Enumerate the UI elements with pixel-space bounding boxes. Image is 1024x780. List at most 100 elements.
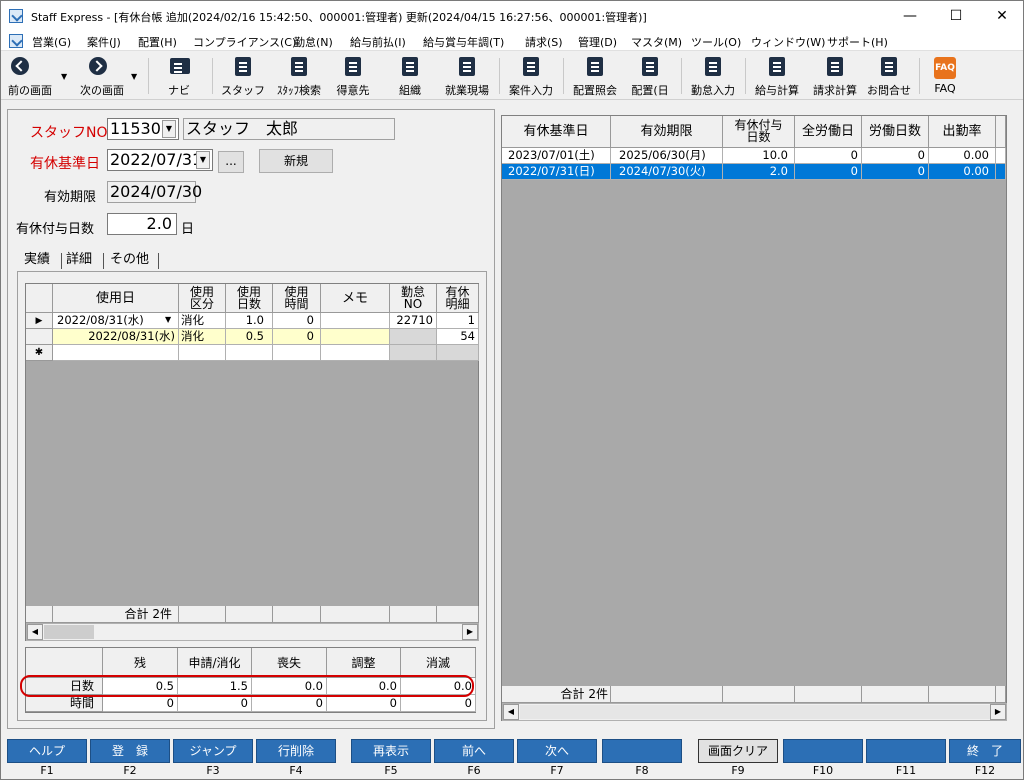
f5-refresh-button[interactable]: 再表示: [351, 739, 431, 763]
menu-compliance[interactable]: コンプライアンス(C): [193, 34, 296, 50]
ledger-hscrollbar[interactable]: ◀ ▶: [502, 703, 1007, 721]
ledger-work-days[interactable]: 0: [862, 148, 929, 164]
usage-hours-cell[interactable]: [273, 345, 321, 361]
usage-days-cell[interactable]: 0.5: [226, 329, 273, 345]
new-row-marker[interactable]: ✱: [26, 345, 53, 361]
placement-day-button[interactable]: 配置(日: [625, 52, 675, 100]
tab-other[interactable]: その他: [110, 249, 149, 271]
usage-kind-cell[interactable]: [179, 345, 226, 361]
menu-payroll[interactable]: 給与賞与年調(T): [423, 34, 504, 50]
menu-case[interactable]: 案件(J): [87, 34, 121, 50]
staff-search-button[interactable]: ｽﾀｯﾌ検索: [271, 52, 327, 100]
toolbar-separator: [499, 58, 500, 94]
usage-hours-cell[interactable]: 0: [273, 313, 321, 329]
next-dropdown-icon[interactable]: ▼: [131, 72, 137, 81]
navi-button[interactable]: ナビ: [159, 52, 199, 100]
scroll-track[interactable]: [520, 705, 990, 719]
scroll-left-icon[interactable]: ◀: [503, 704, 519, 720]
grant-days-field[interactable]: 2.0: [107, 213, 177, 235]
staff-button[interactable]: スタッフ: [219, 52, 267, 100]
billing-button[interactable]: 請求計算: [807, 52, 863, 100]
f9-clear-screen-button[interactable]: 画面クリア: [698, 739, 778, 763]
scroll-right-icon[interactable]: ▶: [990, 704, 1006, 720]
menu-attendance[interactable]: 勤怠(N): [294, 34, 333, 50]
usage-days-cell[interactable]: 1.0: [226, 313, 273, 329]
tab-details[interactable]: 詳細: [66, 249, 92, 271]
prev-dropdown-icon[interactable]: ▼: [61, 72, 67, 81]
chevron-down-icon[interactable]: ▼: [162, 120, 176, 138]
ledger-work-days[interactable]: 0: [862, 164, 929, 180]
org-button[interactable]: 組織: [388, 52, 432, 100]
f7-next-button[interactable]: 次へ: [517, 739, 597, 763]
usage-hscrollbar[interactable]: ◀ ▶: [26, 623, 479, 641]
new-button[interactable]: 新規: [259, 149, 333, 173]
usage-date-cell[interactable]: [53, 345, 179, 361]
f3-key-label: F3: [206, 764, 220, 777]
ledger-attendance-rate[interactable]: 0.00: [929, 148, 996, 164]
next-screen-label: 次の画面: [80, 84, 124, 97]
base-date-select[interactable]: 2022/07/31 ▼: [107, 149, 213, 171]
tab-results[interactable]: 実績: [24, 249, 50, 271]
f4-delete-row-button[interactable]: 行削除: [256, 739, 336, 763]
f8-button[interactable]: [602, 739, 682, 763]
site-button[interactable]: 就業現場: [439, 52, 495, 100]
usage-kind-cell[interactable]: 消化: [179, 329, 226, 345]
f1-help-button[interactable]: ヘルプ: [7, 739, 87, 763]
ledger-attendance-rate[interactable]: 0.00: [929, 164, 996, 180]
ledger-all-work-days[interactable]: 0: [795, 164, 862, 180]
chevron-down-icon[interactable]: ▼: [165, 313, 171, 327]
inquiry-button[interactable]: お問合せ: [863, 52, 915, 100]
menu-admin[interactable]: 管理(D): [578, 34, 617, 50]
menu-billing[interactable]: 請求(S): [525, 34, 563, 50]
ledger-base-date[interactable]: 2022/07/31(日): [502, 164, 611, 180]
f6-prev-button[interactable]: 前へ: [434, 739, 514, 763]
prev-screen-button[interactable]: 前の画面: [3, 52, 57, 100]
menu-sales[interactable]: 営業(G): [32, 34, 71, 50]
maximize-button[interactable]: ☐: [933, 1, 979, 31]
usage-kind-cell[interactable]: 消化: [179, 313, 226, 329]
usage-hours-cell[interactable]: 0: [273, 329, 321, 345]
row-marker[interactable]: [26, 329, 53, 345]
usage-date-cell[interactable]: 2022/08/31(水): [53, 329, 179, 345]
payroll-button[interactable]: 給与計算: [749, 52, 805, 100]
memo-cell[interactable]: [321, 313, 390, 329]
attendance-button[interactable]: 勤怠入力: [685, 52, 741, 100]
ledger-valid-date[interactable]: 2024/07/30(火): [611, 164, 723, 180]
next-screen-button[interactable]: 次の画面: [73, 52, 131, 100]
memo-cell[interactable]: [321, 329, 390, 345]
menu-advance-pay[interactable]: 給与前払(I): [350, 34, 406, 50]
close-button[interactable]: ✕: [979, 1, 1023, 31]
client-button[interactable]: 得意先: [331, 52, 375, 100]
ledger-base-date[interactable]: 2023/07/01(土): [502, 148, 611, 164]
placement-query-button[interactable]: 配置照会: [567, 52, 623, 100]
menu-tools[interactable]: ツール(O): [691, 34, 741, 50]
menu-support[interactable]: サポート(H): [827, 34, 888, 50]
scroll-right-icon[interactable]: ▶: [462, 624, 478, 640]
usage-date-cell[interactable]: 2022/08/31(水) ▼: [53, 313, 179, 329]
f12-exit-button[interactable]: 終 了: [949, 739, 1021, 763]
scroll-left-icon[interactable]: ◀: [27, 624, 43, 640]
scroll-thumb[interactable]: [44, 625, 94, 639]
case-input-button[interactable]: 案件入力: [503, 52, 559, 100]
f3-jump-button[interactable]: ジャンプ: [173, 739, 253, 763]
usage-days-cell[interactable]: [226, 345, 273, 361]
mdi-child-icon[interactable]: [9, 34, 23, 48]
ledger-grant-days[interactable]: 2.0: [723, 164, 795, 180]
chevron-down-icon[interactable]: ▼: [196, 151, 210, 169]
menu-placement[interactable]: 配置(H): [138, 34, 177, 50]
row-header-corner: [26, 284, 53, 313]
menu-master[interactable]: マスタ(M): [631, 34, 682, 50]
minimize-button[interactable]: —: [887, 1, 933, 31]
row-marker[interactable]: ▶: [26, 313, 53, 329]
ledger-all-work-days[interactable]: 0: [795, 148, 862, 164]
ledger-grant-days[interactable]: 10.0: [723, 148, 795, 164]
menu-window[interactable]: ウィンドウ(W): [751, 34, 825, 50]
f10-button[interactable]: [783, 739, 863, 763]
ellipsis-button[interactable]: ...: [218, 151, 244, 173]
memo-cell[interactable]: [321, 345, 390, 361]
staff-no-select[interactable]: 115305 ▼: [107, 118, 179, 140]
f11-button[interactable]: [866, 739, 946, 763]
ledger-valid-date[interactable]: 2025/06/30(月): [611, 148, 723, 164]
faq-button[interactable]: FAQ FAQ: [927, 52, 963, 100]
f2-register-button[interactable]: 登 録: [90, 739, 170, 763]
